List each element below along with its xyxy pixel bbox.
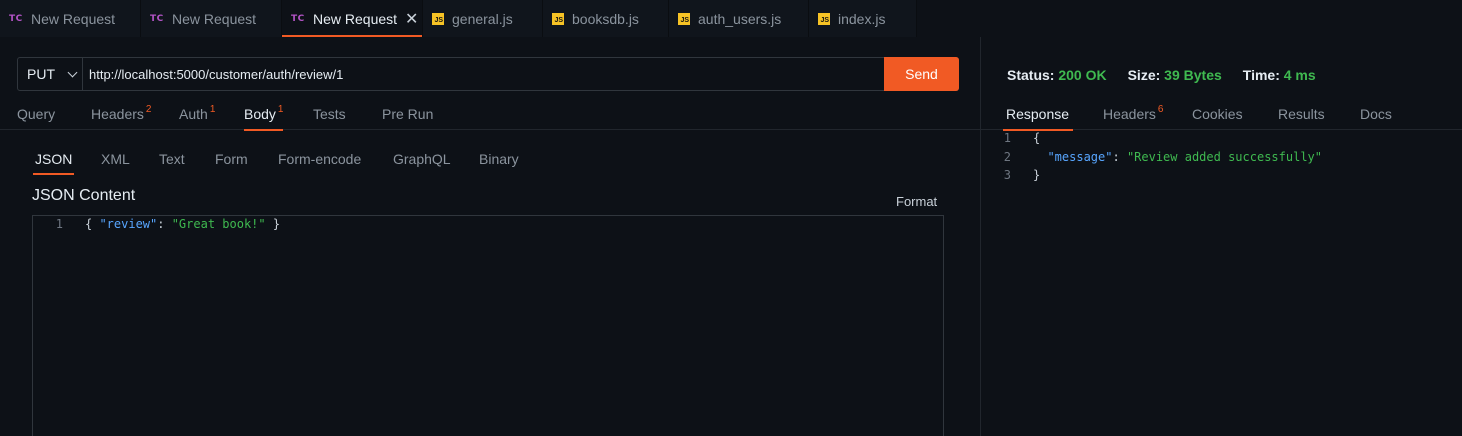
line-number: 2 bbox=[1003, 150, 1011, 164]
code-line: { "review": "Great book!" } bbox=[85, 217, 280, 231]
tab-booksdb-js[interactable]: JS booksdb.js bbox=[543, 0, 669, 37]
tab-headers-badge: 2 bbox=[145, 104, 152, 115]
javascript-file-icon: JS bbox=[818, 12, 830, 25]
body-type-tabs: JSON XML Text Form Form-encode GraphQL B… bbox=[0, 149, 980, 175]
tab-auth-label: Auth bbox=[179, 106, 208, 122]
thunder-client-icon: TC bbox=[9, 13, 23, 24]
line-number: 1 bbox=[1003, 131, 1011, 145]
separator: : bbox=[1112, 150, 1127, 164]
editor-tab-bar: TC New Request TC New Request TC New Req… bbox=[0, 0, 1462, 37]
url-bar: PUT Send bbox=[17, 57, 959, 91]
code-line: } bbox=[1033, 168, 1041, 182]
tab-response-headers-label: Headers bbox=[1103, 106, 1156, 122]
size-value: 39 Bytes bbox=[1164, 67, 1222, 83]
tab-bar-empty-space bbox=[917, 0, 1462, 37]
request-tabs: Query Headers 2 Auth 1 Body 1 Tests Pre Run bbox=[0, 102, 980, 131]
response-tabs: Response Headers 6 Cookies Results Docs bbox=[981, 102, 1462, 131]
json-key: "message" bbox=[1047, 150, 1113, 164]
tab-tests-label: Tests bbox=[313, 106, 346, 122]
tab-response-headers[interactable]: Headers 6 bbox=[1103, 104, 1164, 130]
tab-cookies[interactable]: Cookies bbox=[1192, 106, 1243, 130]
response-panel: Status: 200 OK Size: 39 Bytes Time: 4 ms… bbox=[981, 37, 1462, 436]
response-status-row: Status: 200 OK Size: 39 Bytes Time: 4 ms bbox=[1007, 67, 1337, 83]
tab-response[interactable]: Response bbox=[1002, 106, 1074, 131]
thunder-client-icon: TC bbox=[291, 13, 305, 24]
tab-headers[interactable]: Headers 2 bbox=[91, 104, 152, 130]
javascript-file-icon: JS bbox=[678, 12, 690, 25]
json-key: "review" bbox=[99, 217, 158, 231]
tab-query[interactable]: Query bbox=[17, 106, 55, 130]
status-label: Status: bbox=[1007, 67, 1055, 83]
javascript-file-icon: JS bbox=[552, 12, 564, 25]
thunder-client-icon: TC bbox=[150, 13, 164, 24]
tab-body[interactable]: Body 1 bbox=[244, 104, 284, 131]
tab-label: auth_users.js bbox=[698, 10, 782, 27]
separator: : bbox=[157, 217, 172, 231]
code-line: { bbox=[1033, 131, 1041, 145]
tab-auth-badge: 1 bbox=[209, 104, 216, 115]
url-input[interactable] bbox=[83, 58, 884, 90]
tab-label: booksdb.js bbox=[572, 10, 639, 27]
brace: { bbox=[85, 217, 100, 231]
size-stat: Size: 39 Bytes bbox=[1128, 67, 1222, 83]
tab-general-js[interactable]: JS general.js bbox=[423, 0, 543, 37]
tab-docs-label: Docs bbox=[1360, 106, 1392, 122]
tab-new-request-2[interactable]: TC New Request bbox=[141, 0, 282, 37]
body-tab-text[interactable]: Text bbox=[159, 151, 185, 175]
tab-response-label: Response bbox=[1006, 106, 1070, 122]
tab-pre-run-label: Pre Run bbox=[382, 106, 434, 122]
tab-query-label: Query bbox=[17, 106, 56, 122]
tab-label: general.js bbox=[452, 10, 513, 27]
close-icon[interactable]: ✕ bbox=[405, 9, 418, 29]
body-tab-binary[interactable]: Binary bbox=[479, 151, 519, 175]
size-label: Size: bbox=[1127, 67, 1161, 83]
method-value: PUT bbox=[27, 66, 55, 82]
tab-pre-run[interactable]: Pre Run bbox=[382, 106, 433, 130]
tab-cookies-label: Cookies bbox=[1192, 106, 1243, 122]
tab-auth[interactable]: Auth 1 bbox=[179, 104, 216, 130]
tab-response-headers-badge: 6 bbox=[1157, 104, 1164, 115]
chevron-down-icon bbox=[67, 67, 78, 77]
line-number: 3 bbox=[1003, 168, 1011, 182]
body-tab-json[interactable]: JSON bbox=[32, 151, 75, 175]
status-stat: Status: 200 OK bbox=[1007, 67, 1107, 83]
send-button[interactable]: Send bbox=[884, 57, 959, 91]
tab-label: New Request bbox=[313, 10, 398, 27]
tab-results-label: Results bbox=[1278, 106, 1325, 122]
brace: } bbox=[265, 217, 281, 231]
tab-label: New Request bbox=[31, 10, 116, 27]
tab-tests[interactable]: Tests bbox=[313, 106, 346, 130]
tab-results[interactable]: Results bbox=[1278, 106, 1325, 130]
body-tab-xml[interactable]: XML bbox=[101, 151, 130, 175]
format-button[interactable]: Format bbox=[896, 194, 937, 209]
tab-index-js[interactable]: JS index.js bbox=[809, 0, 917, 37]
body-tab-graphql[interactable]: GraphQL bbox=[393, 151, 451, 175]
json-content-title: JSON Content bbox=[32, 187, 136, 204]
javascript-file-icon: JS bbox=[432, 12, 444, 25]
json-value: "Great book!" bbox=[171, 217, 266, 231]
status-value: 200 OK bbox=[1058, 67, 1107, 83]
tab-body-label: Body bbox=[244, 106, 276, 122]
tab-headers-label: Headers bbox=[91, 106, 144, 122]
line-number: 1 bbox=[55, 217, 63, 231]
tab-label: index.js bbox=[838, 10, 886, 27]
tab-docs[interactable]: Docs bbox=[1360, 106, 1392, 130]
json-body-editor[interactable]: 1 { "review": "Great book!" } bbox=[32, 215, 944, 436]
time-value: 4 ms bbox=[1283, 67, 1316, 83]
body-tab-form-encode[interactable]: Form-encode bbox=[278, 151, 361, 175]
time-label: Time: bbox=[1242, 67, 1280, 83]
code-line: "message": "Review added successfully" bbox=[1033, 150, 1322, 164]
tab-new-request-3[interactable]: TC New Request ✕ bbox=[282, 0, 423, 37]
body-tab-form[interactable]: Form bbox=[215, 151, 248, 175]
tab-label: New Request bbox=[172, 10, 257, 27]
tab-body-badge: 1 bbox=[277, 104, 284, 115]
tab-new-request-1[interactable]: TC New Request bbox=[0, 0, 141, 37]
method-select[interactable]: PUT bbox=[18, 58, 83, 90]
tab-auth-users-js[interactable]: JS auth_users.js bbox=[669, 0, 809, 37]
request-panel: PUT Send Query Headers2 Auth1 Body1 Test… bbox=[0, 37, 980, 436]
json-value: "Review added successfully" bbox=[1126, 150, 1323, 164]
time-stat: Time: 4 ms bbox=[1243, 67, 1316, 83]
